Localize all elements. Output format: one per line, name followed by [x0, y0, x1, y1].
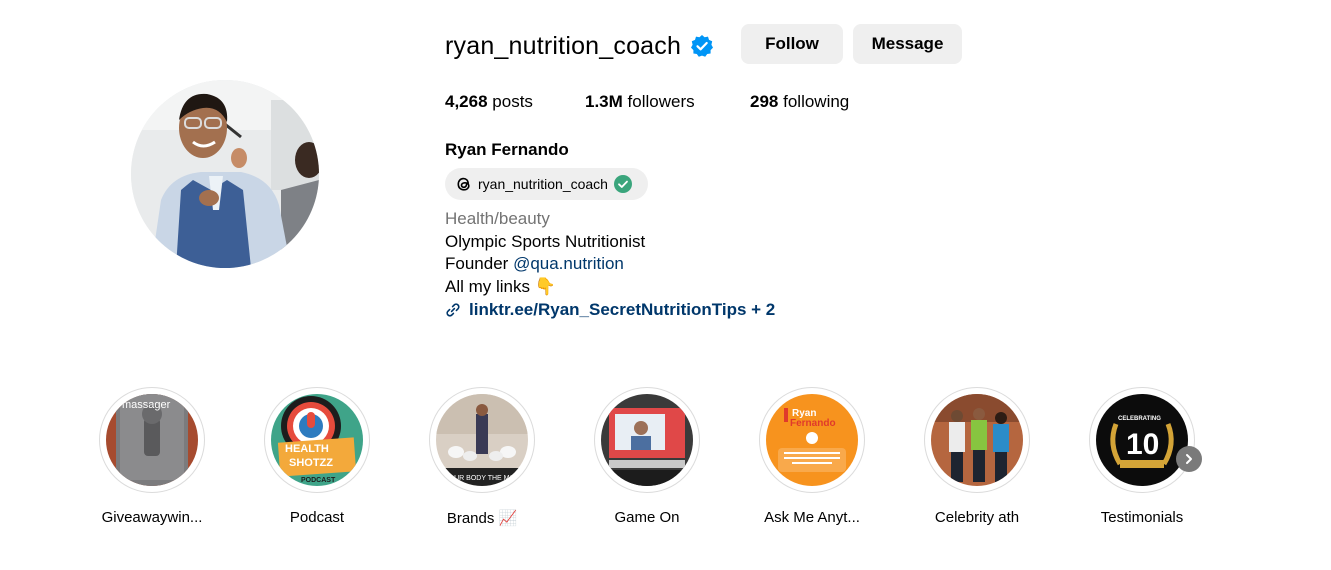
highlight-item[interactable]: HEALTH SHOTZZ PODCAST Podcast: [264, 387, 370, 526]
highlight-cover: massager: [106, 394, 198, 486]
external-link-text: linktr.ee/Ryan_SecretNutritionTips + 2: [469, 300, 776, 319]
highlight-label: Ask Me Anyt...: [764, 509, 860, 526]
highlight-cover-text: CELEBRATING: [1118, 416, 1161, 422]
bio-mention-link[interactable]: @qua.nutrition: [513, 254, 624, 273]
posts-count: 4,268: [445, 92, 488, 111]
following-stat[interactable]: 298 following: [750, 92, 849, 112]
highlight-label: Podcast: [289, 509, 345, 526]
highlight-cover: YOUR BODY THE MO: [436, 394, 528, 486]
highlight-cover-text: YOUR BODY THE MO: [444, 475, 515, 482]
bio-line: All my links 👇: [445, 276, 556, 296]
highlight-cover-text: SHOTZZ: [289, 457, 333, 469]
highlight-cover-text: HEALTH: [285, 443, 329, 455]
highlight-label: Celebrity ath: [934, 509, 1020, 526]
highlight-cover: [601, 394, 693, 486]
profile-category: Health/beauty: [445, 209, 550, 228]
following-label: following: [783, 92, 850, 111]
highlight-cover-text: Fernando: [790, 418, 836, 429]
highlight-ring: HEALTH SHOTZZ PODCAST: [264, 387, 370, 493]
bio-line: Olympic Sports Nutritionist: [445, 231, 646, 251]
highlight-ring: [924, 387, 1030, 493]
highlight-item[interactable]: Celebrity ath: [924, 387, 1030, 526]
highlight-cover: HEALTH SHOTZZ PODCAST: [271, 394, 363, 486]
follow-button[interactable]: Follow: [741, 24, 843, 64]
bio-founder-prefix: Founder: [445, 254, 509, 273]
highlights-next-button[interactable]: [1176, 446, 1202, 472]
threads-handle: ryan_nutrition_coach: [478, 176, 608, 192]
highlight-cover-text: massager: [122, 399, 171, 411]
bio-line: Founder @qua.nutrition: [445, 253, 775, 276]
highlight-label: Giveawaywin...: [101, 509, 203, 526]
highlight-label: Game On: [614, 509, 680, 526]
highlight-item[interactable]: Ryan Fernando Ask Me Anyt...: [759, 387, 865, 526]
external-link[interactable]: linktr.ee/Ryan_SecretNutritionTips + 2: [445, 299, 775, 322]
profile-username: ryan_nutrition_coach: [445, 31, 682, 60]
highlight-ring: YOUR BODY THE MO: [429, 387, 535, 493]
profile-full-name: Ryan Fernando: [445, 140, 569, 159]
threads-link-pill[interactable]: ryan_nutrition_coach: [445, 168, 648, 200]
followers-stat[interactable]: 1.3M followers: [585, 92, 695, 112]
followers-count: 1.3M: [585, 92, 623, 111]
highlight-cover-text: 10: [1126, 428, 1159, 461]
threads-icon: [454, 174, 474, 194]
highlight-ring: massager: [99, 387, 205, 493]
highlight-item[interactable]: YOUR BODY THE MO Brands 📈: [429, 387, 535, 527]
highlight-label: Brands 📈: [446, 510, 518, 527]
highlight-cover: CELEBRATING 10: [1096, 394, 1188, 486]
following-count: 298: [750, 92, 779, 111]
profile-avatar[interactable]: [131, 80, 319, 268]
highlight-item[interactable]: CELEBRATING 10 Testimonials: [1089, 387, 1195, 526]
highlight-cover-text: PODCAST: [301, 477, 336, 484]
check-circle-icon: [613, 174, 633, 194]
link-icon: [446, 303, 460, 317]
highlight-ring: Ryan Fernando: [759, 387, 865, 493]
highlight-label: Testimonials: [1100, 509, 1184, 526]
highlight-cover: Ryan Fernando: [766, 394, 858, 486]
highlight-ring: [594, 387, 700, 493]
highlight-item[interactable]: massager Giveawaywin...: [99, 387, 205, 526]
highlight-item[interactable]: Game On: [594, 387, 700, 526]
verified-badge-icon: [690, 34, 714, 58]
chevron-right-icon: [1186, 454, 1192, 464]
profile-bio: Health/beauty Olympic Sports Nutritionis…: [445, 208, 775, 322]
posts-label: posts: [492, 92, 533, 111]
highlight-cover: [931, 394, 1023, 486]
posts-stat: 4,268 posts: [445, 92, 533, 112]
message-button[interactable]: Message: [853, 24, 962, 64]
followers-label: followers: [627, 92, 695, 111]
highlight-ring: CELEBRATING 10: [1089, 387, 1195, 493]
